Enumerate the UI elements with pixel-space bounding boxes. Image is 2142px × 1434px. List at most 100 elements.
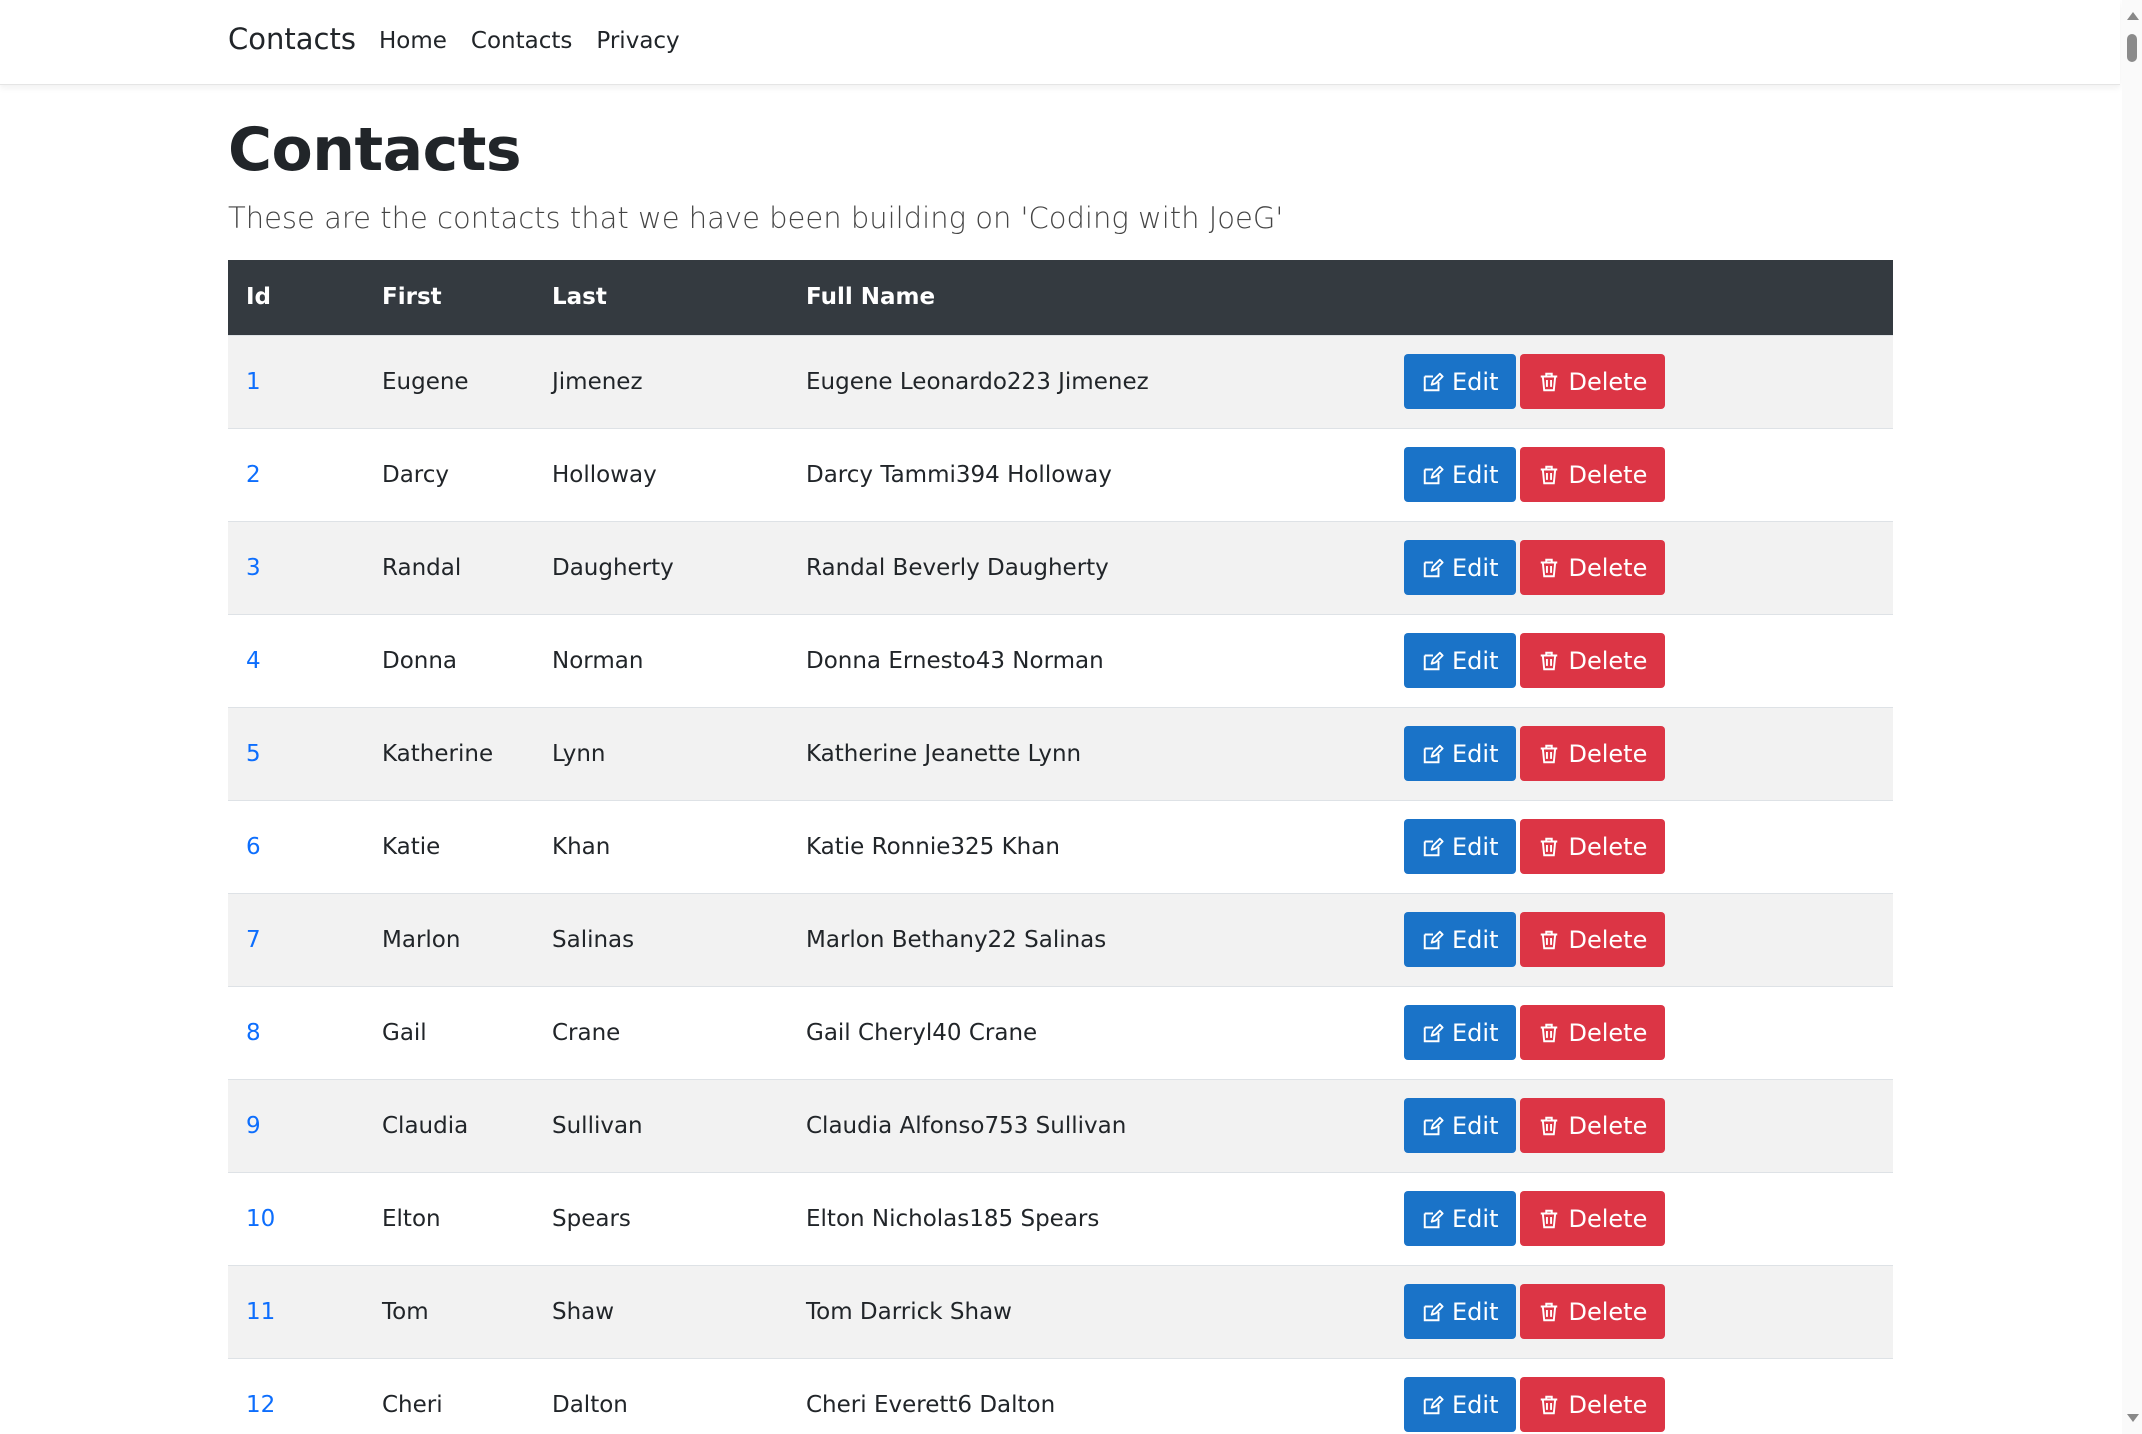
edit-button[interactable]: Edit	[1404, 1191, 1517, 1246]
scroll-thumb[interactable]	[2127, 34, 2137, 62]
cell-last: Daugherty	[552, 554, 674, 581]
delete-button[interactable]: Delete	[1520, 912, 1666, 967]
edit-button-label: Edit	[1452, 1111, 1499, 1140]
scroll-up-arrow-icon[interactable]	[2127, 12, 2139, 20]
navbar-brand[interactable]: Contacts	[228, 22, 356, 56]
edit-button[interactable]: Edit	[1404, 819, 1517, 874]
table-header: Id First Last Full Name	[228, 260, 1893, 335]
delete-button[interactable]: Delete	[1520, 447, 1666, 502]
edit-button[interactable]: Edit	[1404, 540, 1517, 595]
contact-id-link[interactable]: 2	[246, 462, 261, 488]
edit-button[interactable]: Edit	[1404, 1377, 1517, 1433]
contact-id-link[interactable]: 9	[246, 1113, 261, 1139]
delete-button[interactable]: Delete	[1520, 1284, 1666, 1339]
delete-button-label: Delete	[1568, 1390, 1648, 1419]
contact-id-link[interactable]: 3	[246, 555, 261, 581]
cell-full-name: Darcy Tammi394 Holloway	[806, 461, 1112, 488]
cell-last: Lynn	[552, 740, 606, 767]
delete-button-label: Delete	[1568, 739, 1648, 768]
contact-id-link[interactable]: 11	[246, 1299, 275, 1325]
cell-first: Darcy	[382, 461, 450, 488]
top-navbar: Contacts Home Contacts Privacy	[0, 0, 2120, 85]
edit-button[interactable]: Edit	[1404, 726, 1517, 781]
delete-button-label: Delete	[1568, 925, 1648, 954]
edit-button-label: Edit	[1452, 553, 1499, 582]
trash-icon	[1541, 1302, 1558, 1321]
delete-button[interactable]: Delete	[1520, 633, 1666, 688]
edit-button-label: Edit	[1452, 1390, 1499, 1419]
cell-full-name: Claudia Alfonso753 Sullivan	[806, 1112, 1127, 1139]
edit-button[interactable]: Edit	[1404, 447, 1517, 502]
pencil-square-icon	[1423, 1302, 1444, 1321]
cell-first: Katie	[382, 833, 441, 860]
contact-id-link[interactable]: 6	[246, 834, 261, 860]
edit-button-label: Edit	[1452, 646, 1499, 675]
cell-first: Claudia	[382, 1112, 469, 1139]
cell-first: Randal	[382, 554, 462, 581]
cell-last: Jimenez	[552, 368, 643, 395]
trash-icon	[1541, 465, 1558, 484]
nav-link-privacy[interactable]: Privacy	[596, 28, 679, 54]
edit-button-label: Edit	[1452, 1204, 1499, 1233]
delete-button[interactable]: Delete	[1520, 819, 1666, 874]
trash-icon	[1541, 651, 1558, 670]
pencil-square-icon	[1423, 558, 1444, 577]
cell-first: Eugene	[382, 368, 469, 395]
delete-button[interactable]: Delete	[1520, 540, 1666, 595]
contact-id-link[interactable]: 7	[246, 927, 261, 953]
edit-button[interactable]: Edit	[1404, 1284, 1517, 1339]
cell-actions: Edit Delete	[1386, 1358, 1893, 1434]
trash-icon	[1541, 1116, 1558, 1135]
cell-actions: Edit Delete	[1386, 1172, 1893, 1265]
edit-button-label: Edit	[1452, 832, 1499, 861]
trash-icon	[1541, 930, 1558, 949]
pencil-square-icon	[1423, 930, 1444, 949]
page-title: Contacts	[228, 115, 522, 185]
cell-last: Norman	[552, 647, 644, 674]
cell-full-name: Elton Nicholas185 Spears	[806, 1205, 1100, 1232]
header-id: Id	[246, 284, 272, 311]
delete-button[interactable]: Delete	[1520, 726, 1666, 781]
edit-button-label: Edit	[1452, 739, 1499, 768]
contact-id-link[interactable]: 10	[246, 1206, 275, 1232]
edit-button[interactable]: Edit	[1404, 633, 1517, 688]
table-row: 3 Randal Daugherty Randal Beverly Daughe…	[228, 521, 1893, 614]
edit-button-label: Edit	[1452, 1297, 1499, 1326]
cell-first: Tom	[382, 1298, 429, 1325]
delete-button[interactable]: Delete	[1520, 1191, 1666, 1246]
cell-first: Cheri	[382, 1391, 443, 1418]
delete-button[interactable]: Delete	[1520, 354, 1666, 409]
edit-button[interactable]: Edit	[1404, 1098, 1517, 1153]
delete-button[interactable]: Delete	[1520, 1098, 1666, 1153]
edit-button[interactable]: Edit	[1404, 354, 1517, 409]
edit-button[interactable]: Edit	[1404, 912, 1517, 967]
vertical-scrollbar[interactable]	[2122, 0, 2142, 1434]
cell-actions: Edit Delete	[1386, 1265, 1893, 1358]
contact-id-link[interactable]: 8	[246, 1020, 261, 1046]
edit-button-label: Edit	[1452, 367, 1499, 396]
edit-button[interactable]: Edit	[1404, 1005, 1517, 1060]
contacts-table: Id First Last Full Name 1 Eugene Jimenez…	[228, 260, 1893, 1434]
cell-last: Khan	[552, 833, 611, 860]
cell-full-name: Cheri Everett6 Dalton	[806, 1391, 1056, 1418]
table-row: 4 Donna Norman Donna Ernesto43 Norman Ed…	[228, 614, 1893, 707]
contact-id-link[interactable]: 4	[246, 648, 261, 674]
delete-button[interactable]: Delete	[1520, 1005, 1666, 1060]
cell-actions: Edit Delete	[1386, 800, 1893, 893]
cell-actions: Edit Delete	[1386, 707, 1893, 800]
cell-last: Salinas	[552, 926, 635, 953]
contact-id-link[interactable]: 5	[246, 741, 261, 767]
nav-link-home[interactable]: Home	[379, 28, 447, 54]
pencil-square-icon	[1423, 1209, 1444, 1228]
trash-icon	[1541, 744, 1558, 763]
contact-id-link[interactable]: 1	[246, 369, 261, 395]
delete-button[interactable]: Delete	[1520, 1377, 1666, 1433]
contact-id-link[interactable]: 12	[246, 1392, 275, 1418]
pencil-square-icon	[1423, 1116, 1444, 1135]
cell-first: Donna	[382, 647, 458, 674]
cell-first: Elton	[382, 1205, 441, 1232]
delete-button-label: Delete	[1568, 553, 1648, 582]
scroll-down-arrow-icon[interactable]	[2127, 1414, 2139, 1422]
pencil-square-icon	[1423, 372, 1444, 391]
nav-link-contacts[interactable]: Contacts	[471, 28, 572, 54]
